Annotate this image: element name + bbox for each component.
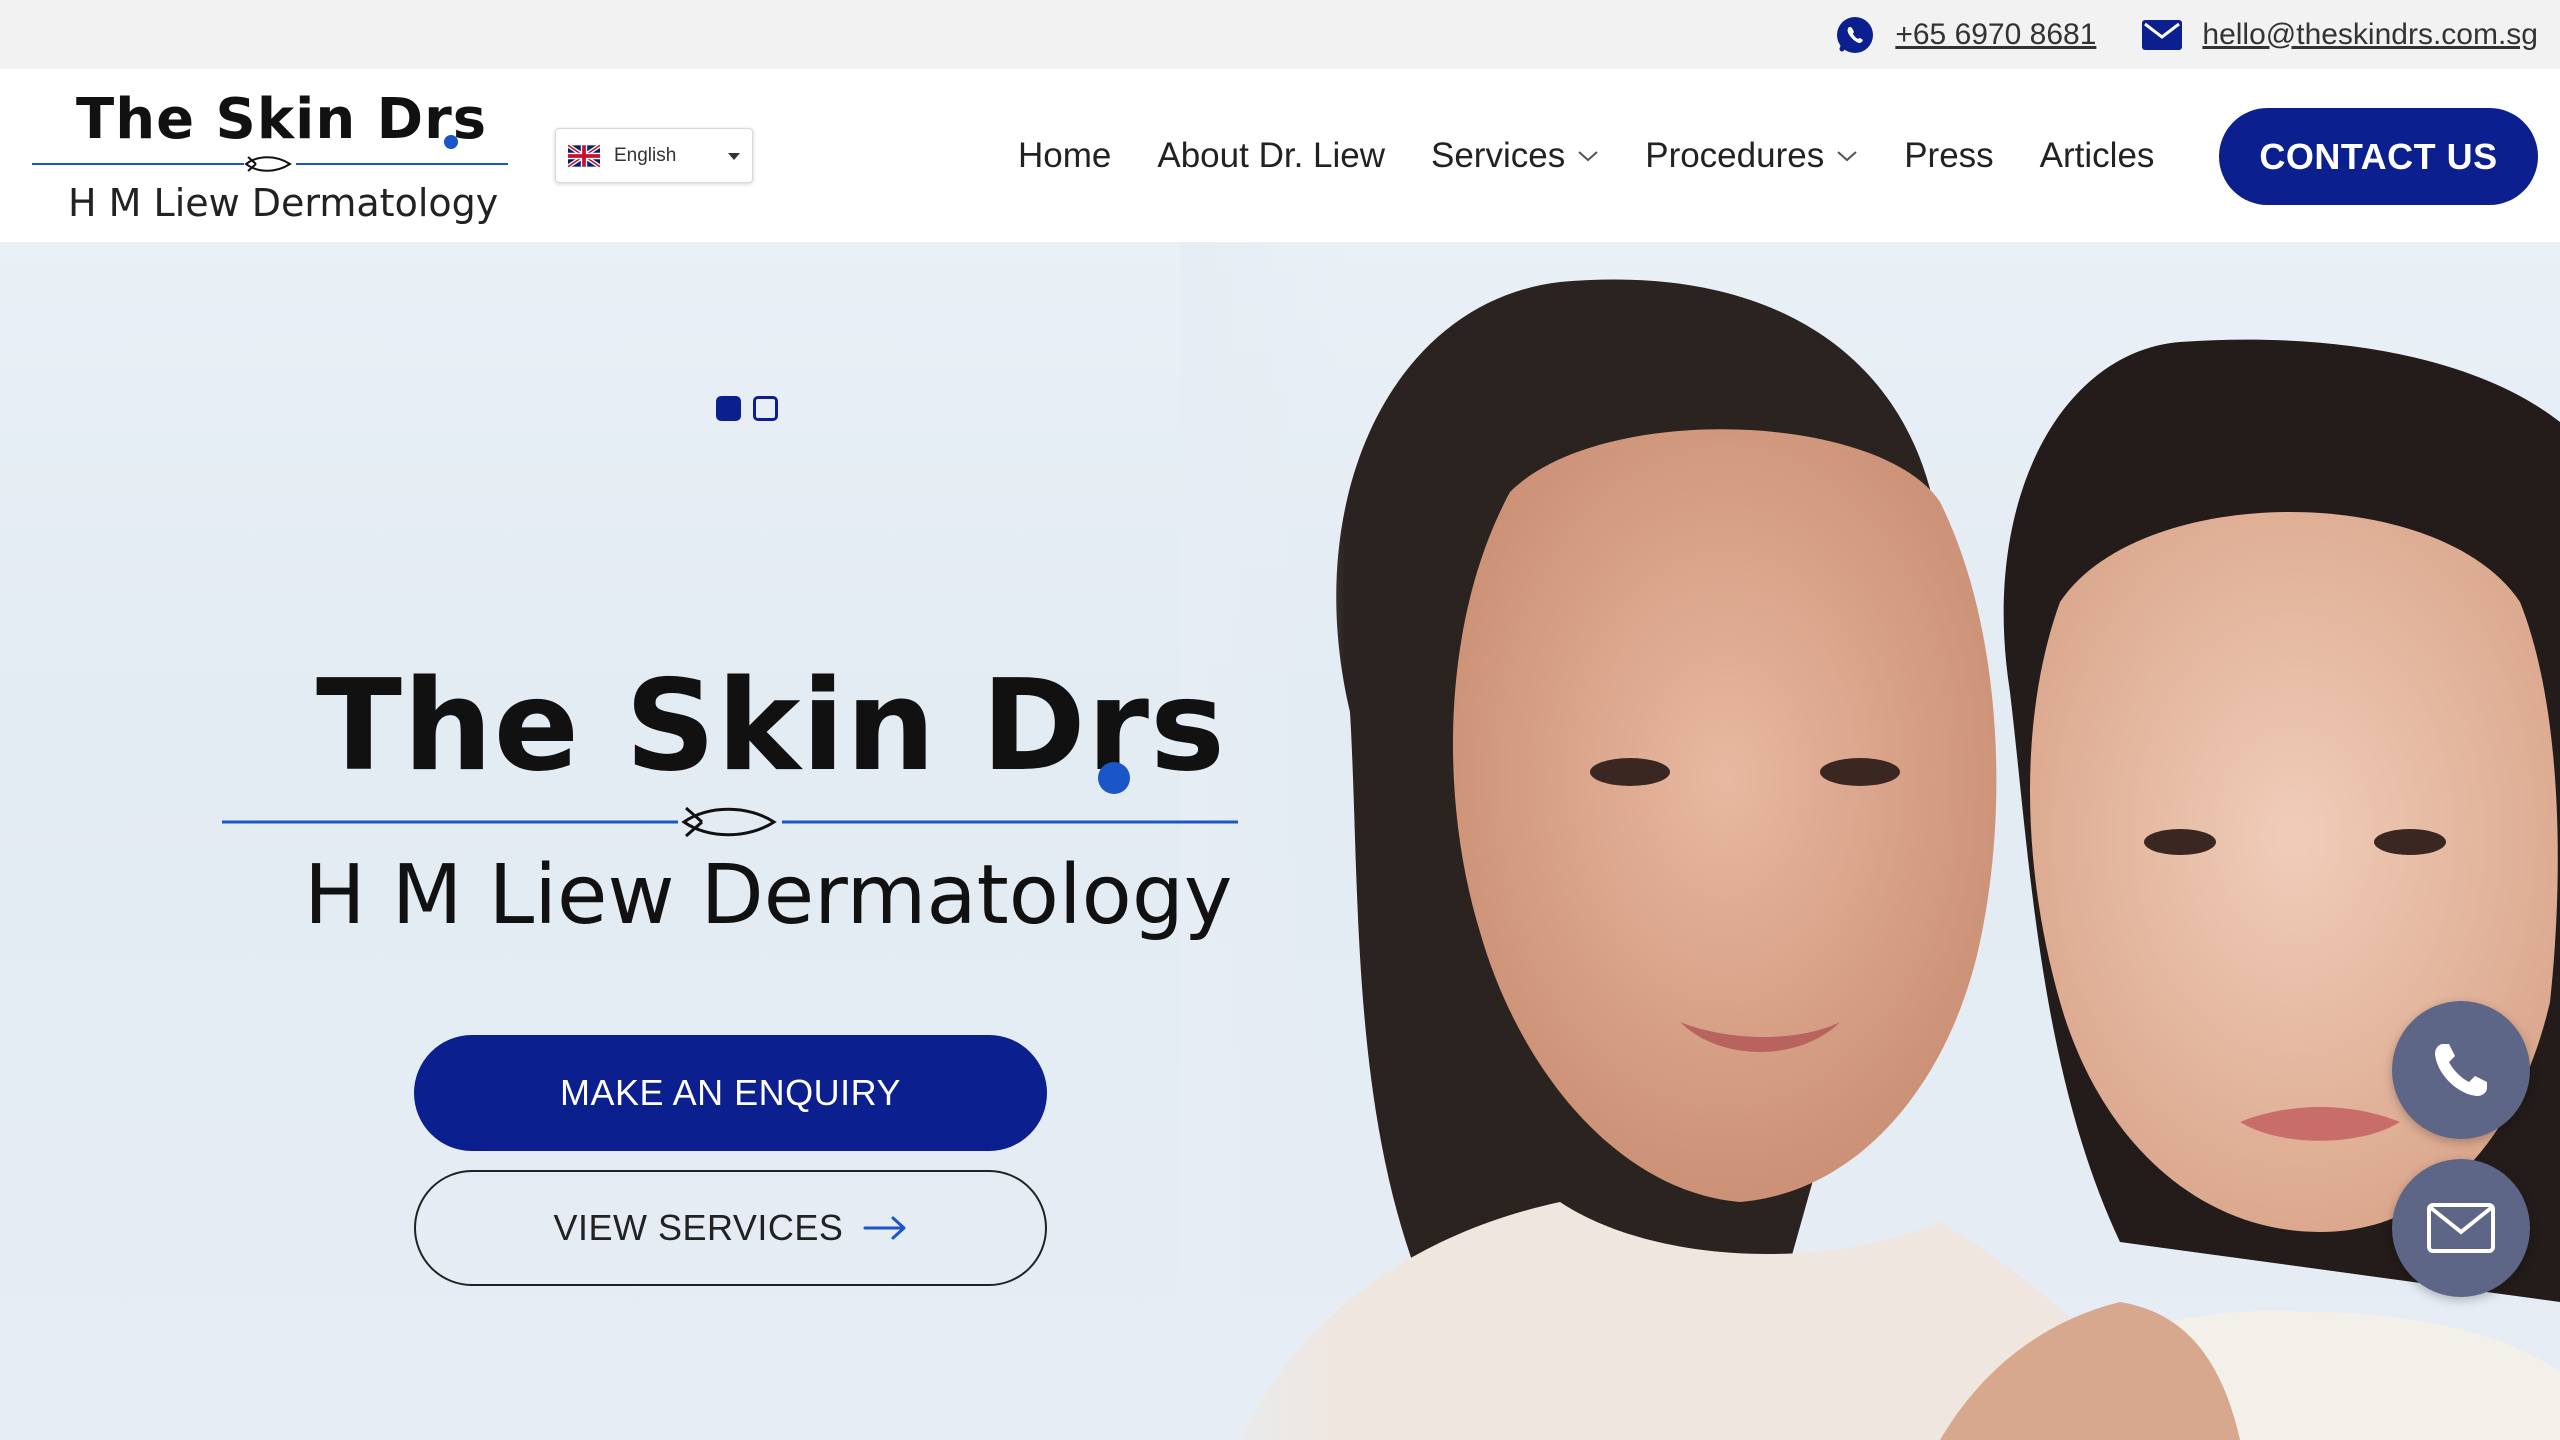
site-header: The Skin Drs H M Liew Dermatology Englis… xyxy=(0,69,2560,242)
contact-us-button[interactable]: CONTACT US xyxy=(2219,108,2538,205)
phone-link[interactable]: +65 6970 8681 xyxy=(1895,18,2096,52)
nav-label: Procedures xyxy=(1645,135,1825,175)
nav-home[interactable]: Home xyxy=(1018,136,1111,176)
nav-about[interactable]: About Dr. Liew xyxy=(1157,136,1385,176)
nav-label: Home xyxy=(1018,135,1112,175)
top-contact-bar: +65 6970 8681 hello@theskindrs.com.sg xyxy=(0,0,2560,69)
phone-icon xyxy=(2435,1044,2487,1096)
uk-flag-icon xyxy=(568,144,600,167)
nav-label: About Dr. Liew xyxy=(1157,135,1385,175)
chevron-down-icon xyxy=(728,153,740,160)
hero-logo: The Skin Drs H M Liew Dermatology xyxy=(222,652,1242,952)
email-contact: hello@theskindrs.com.sg xyxy=(2142,18,2538,52)
nav-procedures[interactable]: Procedures xyxy=(1645,136,1858,176)
nav-articles[interactable]: Articles xyxy=(2040,136,2155,176)
whatsapp-icon xyxy=(1837,16,1874,53)
hero-photo xyxy=(1180,242,2560,1440)
hero-title: The Skin Drs xyxy=(316,652,1226,799)
nav-services[interactable]: Services xyxy=(1431,136,1599,176)
logo-subtitle: H M Liew Dermatology xyxy=(68,181,499,225)
logo-divider xyxy=(32,156,508,172)
slider-pagination xyxy=(716,396,778,421)
mail-icon xyxy=(2427,1203,2495,1253)
view-services-label: VIEW SERVICES xyxy=(553,1207,844,1248)
main-nav: Home About Dr. Liew Services Procedures … xyxy=(1018,69,2154,242)
floating-mail-button[interactable] xyxy=(2392,1159,2530,1297)
language-selector[interactable]: English xyxy=(555,128,753,183)
site-logo[interactable]: The Skin Drs H M Liew Dermatology xyxy=(32,83,512,233)
arrow-right-icon xyxy=(863,1216,906,1240)
hero-section: The Skin Drs H M Liew Dermatology MAKE A… xyxy=(0,242,2560,1440)
chevron-down-icon xyxy=(1837,150,1857,161)
email-link[interactable]: hello@theskindrs.com.sg xyxy=(2202,18,2538,52)
make-enquiry-button[interactable]: MAKE AN ENQUIRY xyxy=(414,1035,1047,1151)
nav-label: Press xyxy=(1904,135,1994,175)
logo-title: The Skin Drs xyxy=(76,87,488,152)
slider-dot-1[interactable] xyxy=(716,396,741,421)
chevron-down-icon xyxy=(1578,150,1598,161)
floating-call-button[interactable] xyxy=(2392,1001,2530,1139)
nav-label: Services xyxy=(1431,135,1566,175)
envelope-icon xyxy=(2142,19,2183,50)
hero-title-dot xyxy=(1098,762,1130,794)
language-label: English xyxy=(614,144,677,166)
nav-press[interactable]: Press xyxy=(1904,136,1993,176)
hero-subtitle: H M Liew Dermatology xyxy=(304,848,1233,943)
slider-dot-2[interactable] xyxy=(753,396,778,421)
phone-contact: +65 6970 8681 xyxy=(1835,15,2096,55)
logo-dot xyxy=(444,135,458,149)
hero-divider xyxy=(222,806,1238,838)
view-services-button[interactable]: VIEW SERVICES xyxy=(414,1170,1047,1286)
nav-label: Articles xyxy=(2039,135,2155,175)
